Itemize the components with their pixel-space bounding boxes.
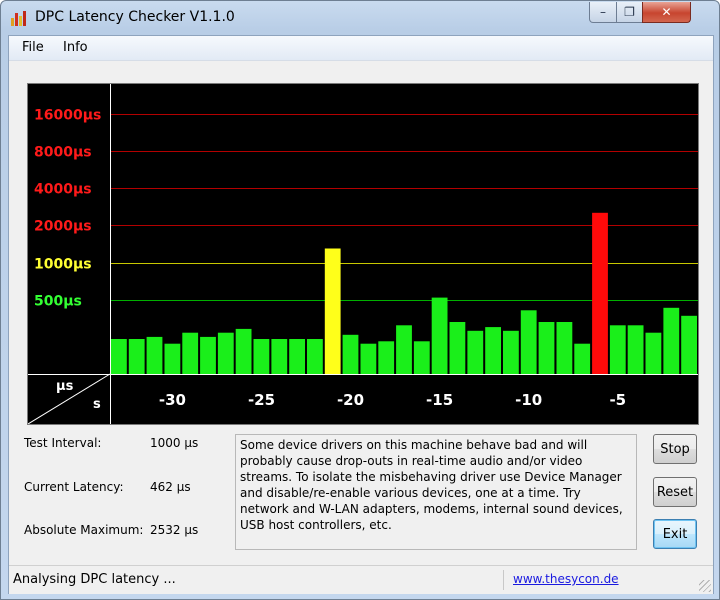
- y-unit-label: µs: [56, 379, 74, 394]
- minimize-button[interactable]: –: [589, 2, 617, 23]
- latency-bar: [164, 343, 181, 374]
- y-tick-label: 1000µs: [34, 257, 92, 273]
- status-bar: Analysing DPC latency ... www.thesycon.d…: [9, 565, 713, 594]
- x-tick-label: -30: [159, 391, 186, 409]
- app-icon: [11, 11, 26, 26]
- latency-bar: [485, 327, 501, 374]
- latency-bar: [253, 339, 270, 374]
- latency-bar: [146, 336, 163, 374]
- y-tick-label: 500µs: [34, 294, 82, 310]
- test-interval-value: 1000 µs: [150, 436, 199, 450]
- latency-bar: [663, 307, 680, 374]
- latency-bar: [627, 325, 644, 374]
- latency-bar: [574, 343, 591, 374]
- y-tick-label: 4000µs: [34, 182, 92, 198]
- latency-bar: [217, 332, 234, 374]
- close-button[interactable]: ✕: [642, 2, 691, 23]
- latency-bar: [307, 339, 323, 374]
- latency-bar: [342, 334, 359, 374]
- y-tick-label: 16000µs: [34, 108, 101, 124]
- latency-bar: [324, 248, 341, 374]
- menu-file[interactable]: File: [22, 40, 44, 55]
- message-text: Some device drivers on this machine beha…: [235, 434, 637, 550]
- status-divider: [503, 570, 504, 590]
- current-latency-value: 462 µs: [150, 480, 191, 494]
- latency-bar: [413, 341, 430, 374]
- close-icon: ✕: [661, 5, 672, 19]
- app-window: DPC Latency Checker V1.1.0 – ❐ ✕ File In…: [0, 0, 720, 600]
- latency-bar: [538, 322, 555, 374]
- title-bar[interactable]: DPC Latency Checker V1.1.0 – ❐ ✕: [1, 1, 719, 35]
- latency-bar: [396, 325, 412, 374]
- latency-bar: [182, 332, 199, 374]
- absolute-max-value: 2532 µs: [150, 523, 199, 537]
- latency-bar: [128, 339, 145, 374]
- latency-bar: [200, 336, 216, 374]
- latency-bar: [681, 315, 697, 374]
- latency-bar: [111, 339, 127, 374]
- x-tick-label: -15: [426, 391, 453, 409]
- exit-button[interactable]: Exit: [653, 519, 697, 549]
- menu-bar: File Info: [9, 36, 713, 61]
- latency-chart: 16000µs 8000µs 4000µs 2000µs 1000µs 500µs µs s -…: [28, 84, 698, 424]
- stop-button[interactable]: Stop: [653, 434, 697, 464]
- test-interval-label: Test Interval:: [24, 436, 102, 450]
- latency-bar: [592, 212, 608, 374]
- minimize-icon: –: [600, 5, 606, 19]
- absolute-max-label: Absolute Maximum:: [24, 523, 144, 537]
- latency-bar: [431, 297, 448, 374]
- latency-bar: [235, 328, 252, 374]
- y-tick-label: 2000µs: [34, 219, 92, 235]
- x-tick-label: -20: [337, 391, 364, 409]
- x-tick-label: -25: [248, 391, 275, 409]
- latency-bar: [609, 325, 626, 374]
- window-title: DPC Latency Checker V1.1.0: [35, 9, 235, 25]
- latency-graph: 16000µs 8000µs 4000µs 2000µs 1000µs 500µs µs s -…: [27, 83, 699, 425]
- status-text: Analysing DPC latency ...: [13, 572, 176, 587]
- menu-info[interactable]: Info: [63, 40, 88, 55]
- latency-bar: [503, 330, 519, 374]
- latency-bar: [520, 310, 537, 374]
- x-tick-label: -10: [515, 391, 542, 409]
- restore-icon: ❐: [624, 5, 635, 19]
- x-unit-label: s: [93, 397, 101, 412]
- reset-button[interactable]: Reset: [653, 477, 697, 507]
- latency-bar: [449, 322, 466, 374]
- latency-bar: [271, 339, 288, 374]
- latency-bar: [645, 332, 662, 374]
- latency-bar: [467, 330, 484, 374]
- website-link[interactable]: www.thesycon.de: [513, 572, 619, 586]
- resize-grip-icon[interactable]: [699, 580, 711, 592]
- latency-bar: [556, 322, 573, 374]
- latency-bar: [289, 339, 305, 374]
- current-latency-label: Current Latency:: [24, 480, 124, 494]
- maximize-button[interactable]: ❐: [616, 2, 643, 23]
- y-tick-label: 8000µs: [34, 145, 92, 161]
- latency-bar: [378, 341, 395, 374]
- x-tick-label: -5: [609, 391, 626, 409]
- latency-bar: [360, 343, 377, 374]
- client-area: File Info 16000µs 8000µs 4000µs 2000µs 1000µ…: [8, 35, 714, 594]
